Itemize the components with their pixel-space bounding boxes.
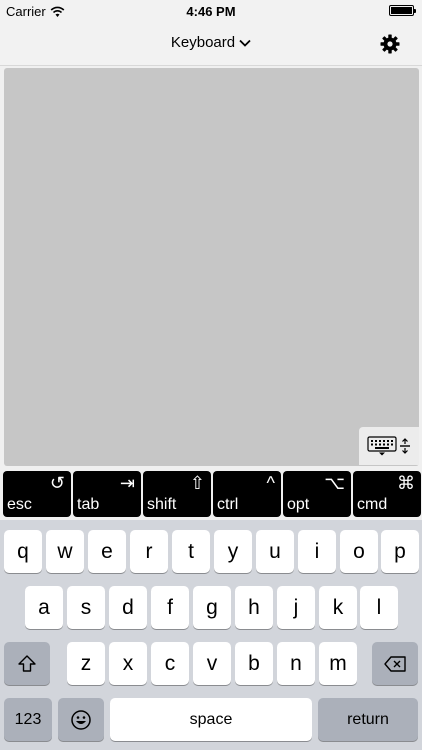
return-key[interactable]: return — [318, 698, 418, 741]
ctrl-label: ctrl — [217, 496, 239, 513]
emoji-icon — [71, 709, 91, 730]
key-m[interactable]: m — [319, 642, 357, 685]
key-g[interactable]: g — [193, 586, 231, 629]
key-s[interactable]: s — [67, 586, 105, 629]
key-k[interactable]: k — [319, 586, 357, 629]
key-i[interactable]: i — [298, 530, 336, 573]
app-root: Carrier 4:46 PM Keyboard ↺ esc ⇥ tab ⇧ s… — [0, 0, 422, 750]
backspace-key[interactable] — [372, 642, 418, 685]
key-v[interactable]: v — [193, 642, 231, 685]
tab-key[interactable]: ⇥ tab — [73, 471, 141, 517]
key-u[interactable]: u — [256, 530, 294, 573]
key-b[interactable]: b — [235, 642, 273, 685]
key-j[interactable]: j — [277, 586, 315, 629]
gear-icon[interactable] — [380, 34, 400, 54]
resize-icon — [400, 438, 410, 454]
key-z[interactable]: z — [67, 642, 105, 685]
nav-title: Keyboard — [170, 34, 236, 51]
key-q[interactable]: q — [4, 530, 42, 573]
key-d[interactable]: d — [109, 586, 147, 629]
key-w[interactable]: w — [46, 530, 84, 573]
shift-symbol: ⇧ — [189, 473, 205, 493]
opt-label: opt — [287, 496, 310, 513]
key-t[interactable]: t — [172, 530, 210, 573]
ctrl-symbol: ^ — [266, 473, 275, 493]
key-n[interactable]: n — [277, 642, 315, 685]
numbers-key[interactable]: 123 — [4, 698, 52, 741]
tab-symbol: ⇥ — [119, 473, 135, 493]
battery-icon — [389, 5, 416, 16]
cmd-label: cmd — [357, 496, 388, 513]
chevron-down-icon — [239, 39, 251, 47]
esc-symbol: ↺ — [49, 473, 65, 493]
key-p[interactable]: p — [381, 530, 419, 573]
opt-symbol: ⌥ — [324, 473, 345, 493]
modifier-row: ↺ esc ⇥ tab ⇧ shift ^ ctrl ⌥ opt ⌘ cmd — [0, 468, 422, 520]
shift-modifier-key[interactable]: ⇧ shift — [143, 471, 211, 517]
status-bar: Carrier 4:46 PM — [0, 0, 422, 22]
opt-key[interactable]: ⌥ opt — [283, 471, 351, 517]
key-r[interactable]: r — [130, 530, 168, 573]
keyboard-icon — [367, 436, 397, 456]
trackpad-area[interactable] — [4, 68, 419, 466]
space-key[interactable]: space — [110, 698, 312, 741]
key-a[interactable]: a — [25, 586, 63, 629]
esc-key[interactable]: ↺ esc — [3, 471, 71, 517]
ctrl-key[interactable]: ^ ctrl — [213, 471, 281, 517]
key-f[interactable]: f — [151, 586, 189, 629]
keyboard-toggle-button[interactable] — [359, 427, 419, 465]
nav-bar: Keyboard — [0, 22, 422, 66]
shift-label: shift — [147, 496, 177, 513]
emoji-key[interactable] — [58, 698, 104, 741]
key-c[interactable]: c — [151, 642, 189, 685]
shift-key[interactable] — [4, 642, 50, 685]
key-x[interactable]: x — [109, 642, 147, 685]
shift-icon — [18, 654, 36, 672]
key-l[interactable]: l — [360, 586, 398, 629]
esc-label: esc — [7, 496, 32, 513]
key-h[interactable]: h — [235, 586, 273, 629]
key-y[interactable]: y — [214, 530, 252, 573]
cmd-key[interactable]: ⌘ cmd — [353, 471, 421, 517]
onscreen-keyboard: q w e r t y u i o p a s d f g h j k l z … — [0, 520, 422, 750]
cmd-symbol: ⌘ — [397, 473, 415, 493]
key-e[interactable]: e — [88, 530, 126, 573]
status-time: 4:46 PM — [186, 4, 236, 19]
tab-label: tab — [77, 496, 100, 513]
backspace-icon — [384, 655, 406, 672]
mode-selector[interactable]: Keyboard — [0, 34, 422, 51]
key-o[interactable]: o — [340, 530, 378, 573]
